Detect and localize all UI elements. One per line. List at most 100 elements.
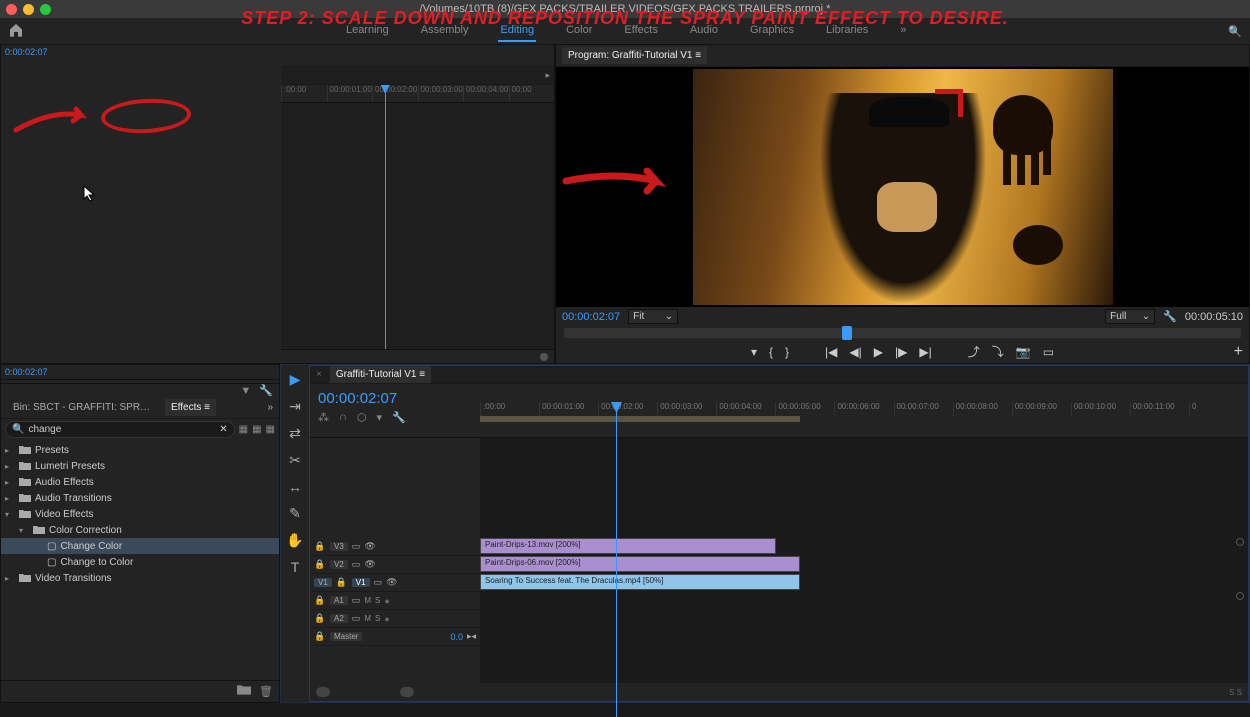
effects-tab[interactable]: Effects ≡: [165, 399, 216, 416]
source-timecode[interactable]: 0:00:02:07: [1, 365, 279, 380]
track-header-v3[interactable]: 🔒V3▭👁: [310, 538, 480, 556]
mark-in-icon[interactable]: {: [769, 345, 773, 359]
home-icon[interactable]: [8, 22, 24, 41]
search-icon[interactable]: 🔍: [1228, 25, 1242, 38]
change-to-color-effect[interactable]: ▢Change to Color: [1, 554, 279, 570]
track-zoom-handle[interactable]: [1236, 538, 1244, 546]
zoom-scroll-left[interactable]: [316, 687, 330, 697]
timeline-timecode[interactable]: 00:00:02:07: [318, 390, 472, 407]
toggle-eye-icon[interactable]: 👁: [364, 559, 375, 570]
linked-selection-icon[interactable]: ∩: [339, 411, 347, 424]
minimize-icon[interactable]: [23, 4, 34, 15]
effect-controls-timeline[interactable]: :00:0000:00:01:0000:00:02:0000:00:03:000…: [281, 85, 554, 349]
track-header-a1[interactable]: 🔒A1▭MS●: [310, 592, 480, 610]
ec-playhead[interactable]: [385, 85, 386, 349]
lock-icon[interactable]: 🔒: [314, 541, 326, 552]
voiceover-icon[interactable]: ●: [384, 614, 389, 624]
lock-icon[interactable]: 🔒: [336, 577, 348, 588]
preset-badge-icon-3[interactable]: ▦: [266, 424, 275, 435]
bin-tab[interactable]: Bin: SBCT - GRAFFITI: SPRAY PAINT PNG PA…: [7, 399, 157, 416]
search-input[interactable]: change: [28, 424, 215, 435]
solo-button[interactable]: S: [375, 596, 380, 605]
comparison-view-icon[interactable]: ▭: [1043, 345, 1054, 359]
video-transitions-folder[interactable]: ▸Video Transitions: [1, 570, 279, 586]
presets-folder[interactable]: ▸Presets: [1, 442, 279, 458]
preset-badge-icon-2[interactable]: ▦: [252, 424, 261, 435]
toggle-output-icon[interactable]: ▭: [352, 541, 361, 552]
effects-search[interactable]: 🔍 change ✕: [5, 421, 235, 438]
lock-icon[interactable]: 🔒: [314, 613, 326, 624]
window-controls[interactable]: [6, 4, 51, 15]
clear-search-icon[interactable]: ✕: [219, 424, 227, 435]
preset-badge-icon[interactable]: ▦: [239, 424, 248, 435]
program-playhead[interactable]: [842, 326, 852, 340]
expand-icon[interactable]: ▸◂: [467, 631, 476, 642]
toggle-eye-icon[interactable]: 👁: [386, 577, 397, 588]
timeline-scrollbar[interactable]: S S: [310, 683, 1248, 701]
razor-tool-icon[interactable]: ✂: [289, 452, 301, 469]
program-tab[interactable]: Program: Graffiti-Tutorial V1 ≡: [562, 47, 707, 64]
source-funnel-icon[interactable]: ▼: [240, 385, 251, 397]
timeline-playhead[interactable]: [616, 402, 617, 717]
track-zoom-handle[interactable]: [1236, 592, 1244, 600]
lift-icon[interactable]: ⤴: [968, 343, 980, 360]
track-header-a2[interactable]: 🔒A2▭MS●: [310, 610, 480, 628]
button-editor-icon[interactable]: +: [1234, 343, 1243, 361]
source-patch-v1[interactable]: V1: [314, 578, 332, 587]
solo-button[interactable]: S: [375, 614, 380, 623]
program-timecode[interactable]: 00:00:02:07: [562, 311, 620, 323]
video-effects-folder[interactable]: ▾Video Effects: [1, 506, 279, 522]
mute-button[interactable]: M: [364, 614, 371, 623]
extract-icon[interactable]: ⤵: [992, 343, 1004, 360]
toggle-output-icon[interactable]: ▭: [352, 613, 361, 624]
step-back-icon[interactable]: ◀|: [849, 345, 861, 359]
toggle-output-icon[interactable]: ▭: [352, 595, 361, 606]
lock-icon[interactable]: 🔒: [314, 595, 326, 606]
toggle-output-icon[interactable]: ▭: [352, 559, 361, 570]
new-bin-icon[interactable]: [237, 684, 251, 699]
settings-icon[interactable]: ▾: [377, 411, 383, 424]
ec-play-icon[interactable]: ▸: [545, 70, 550, 81]
delete-icon[interactable]: 🗑: [259, 685, 273, 698]
wrench-icon[interactable]: 🔧: [392, 411, 406, 424]
toggle-output-icon[interactable]: ▭: [374, 577, 383, 588]
ec-ruler[interactable]: :00:0000:00:01:0000:00:02:0000:00:03:000…: [281, 85, 554, 103]
track-select-tool-icon[interactable]: ⇥: [289, 398, 301, 415]
lock-icon[interactable]: 🔒: [314, 559, 326, 570]
ripple-edit-tool-icon[interactable]: ⇄: [289, 425, 301, 442]
resolution-dropdown[interactable]: Full⌄: [1105, 309, 1155, 324]
pen-tool-icon[interactable]: ✎: [289, 505, 301, 522]
ec-timecode[interactable]: 0:00:02:07: [1, 45, 281, 364]
track-header-master[interactable]: 🔒Master0.0▸◂: [310, 628, 480, 646]
track-header-v2[interactable]: 🔒V2▭👁: [310, 556, 480, 574]
zoom-dropdown[interactable]: Fit⌄: [628, 309, 678, 324]
clip-v2[interactable]: Paint-Drips-06.mov [200%]: [480, 556, 800, 572]
toggle-eye-icon[interactable]: 👁: [364, 541, 375, 552]
program-scrubber[interactable]: [564, 328, 1241, 338]
panel-overflow-icon[interactable]: »: [267, 402, 273, 413]
mute-button[interactable]: M: [364, 596, 371, 605]
lumetri-presets-folder[interactable]: ▸Lumetri Presets: [1, 458, 279, 474]
program-viewport[interactable]: [556, 67, 1249, 307]
sequence-tab[interactable]: Graffiti-Tutorial V1 ≡: [330, 366, 431, 383]
clip-v1[interactable]: Soaring To Success feat. The Draculas.mp…: [480, 574, 800, 590]
change-color-effect[interactable]: ▢Change Color: [1, 538, 279, 554]
selection-tool-icon[interactable]: ▶: [290, 371, 301, 388]
type-tool-icon[interactable]: T: [291, 559, 300, 575]
source-wrench-icon[interactable]: 🔧: [259, 384, 273, 397]
color-correction-folder[interactable]: ▾Color Correction: [1, 522, 279, 538]
go-to-out-icon[interactable]: ▶|: [919, 345, 931, 359]
timeline-clips-area[interactable]: Paint-Drips-13.mov [200%] Paint-Drips-06…: [480, 438, 1248, 683]
audio-effects-folder[interactable]: ▸Audio Effects: [1, 474, 279, 490]
voiceover-icon[interactable]: ●: [384, 596, 389, 606]
slip-tool-icon[interactable]: ↔: [288, 479, 302, 495]
timeline-close-icon[interactable]: ×: [316, 369, 322, 380]
go-to-in-icon[interactable]: |◀: [825, 345, 837, 359]
play-icon[interactable]: ▶: [874, 345, 883, 359]
timeline-ruler[interactable]: :00:0000:00:01:0000:00:02:0000:00:03:000…: [480, 384, 1248, 437]
lock-icon[interactable]: 🔒: [314, 631, 326, 642]
step-forward-icon[interactable]: |▶: [895, 345, 907, 359]
export-frame-icon[interactable]: 📷: [1016, 345, 1031, 359]
hand-tool-icon[interactable]: ✋: [286, 532, 303, 549]
work-area-bar[interactable]: [480, 416, 800, 422]
